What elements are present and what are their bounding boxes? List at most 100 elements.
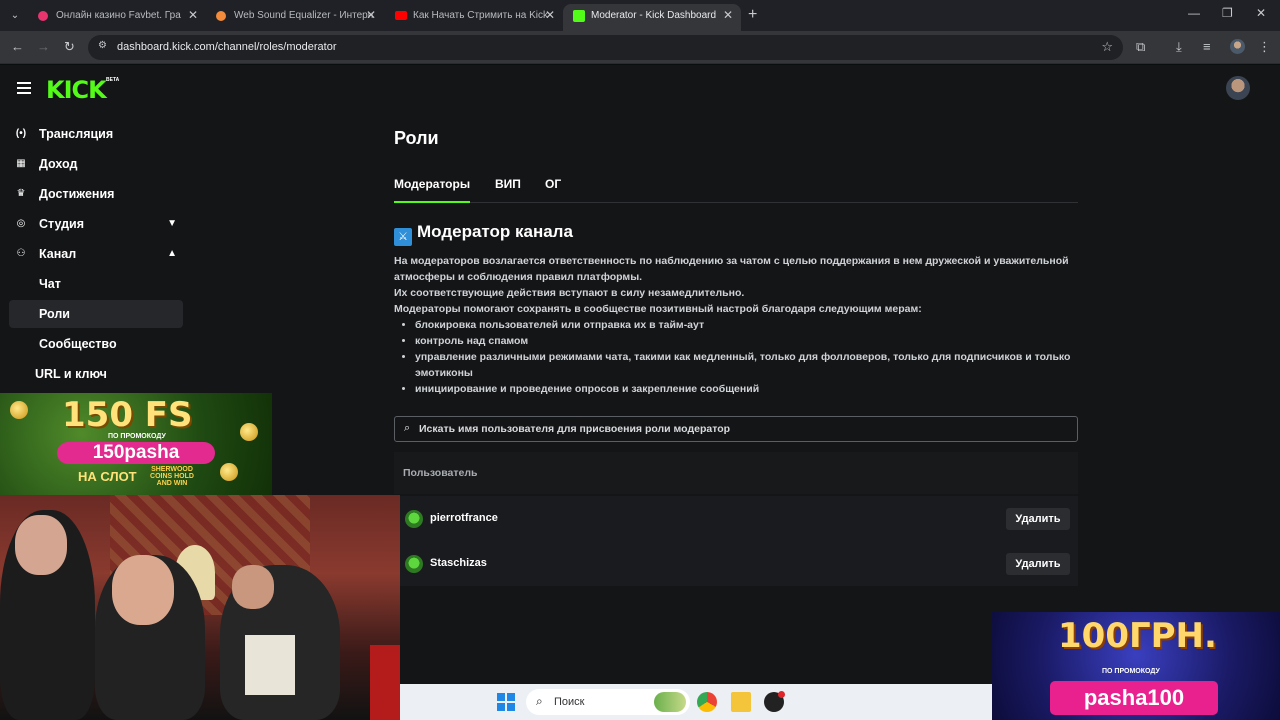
back-icon[interactable]: ←: [11, 39, 24, 54]
search-icon: ⌕: [536, 694, 543, 708]
role-description: На модераторов возлагается ответственнос…: [394, 253, 1078, 397]
search-input[interactable]: [419, 421, 1059, 437]
search-icon: ⌕: [404, 422, 411, 434]
broadcast-icon: (•): [15, 128, 27, 139]
section-title-text: Модератор канала: [417, 222, 573, 241]
sidebar-item-label: Достижения: [39, 187, 115, 201]
sidebar-item-label: Доход: [39, 157, 78, 171]
tab-vip[interactable]: ВИП: [495, 177, 521, 203]
avatar: [405, 510, 423, 528]
description-line: Модераторы помогают сохранять в сообщест…: [394, 303, 922, 315]
sidebar-item-revenue[interactable]: ▦ Доход: [9, 150, 183, 178]
user-search: ⌕: [394, 416, 1078, 442]
face-right: [232, 565, 274, 609]
close-icon[interactable]: ✕: [366, 4, 376, 27]
kick-logo[interactable]: KICK: [46, 76, 107, 104]
sidebar-item-achievements[interactable]: ♛ Достижения: [9, 180, 183, 208]
search-highlight-icon: [654, 692, 686, 712]
red-object: [370, 645, 400, 720]
close-icon[interactable]: ✕: [545, 4, 555, 27]
windows-taskbar: ⌕ Поиск: [400, 684, 992, 720]
minimize-icon[interactable]: —: [1188, 6, 1200, 20]
sidebar-subitem-chat[interactable]: Чат: [9, 270, 183, 298]
coin-icon: [220, 463, 238, 481]
promo-slot-caption: НА СЛОТ: [78, 469, 137, 484]
youtube-favicon-icon: [395, 11, 407, 20]
promo-banner-left: 150 FS ПО ПРОМОКОДУ 150pasha НА СЛОТ SHE…: [0, 393, 272, 495]
sidebar-item-broadcast[interactable]: (•) Трансляция: [9, 120, 183, 148]
browser-tab-bar: ⌄ Онлайн казино Favbet. Гра ✕ Web Sound …: [0, 0, 1280, 31]
sidebar-item-label: Студия: [39, 217, 85, 231]
site-info-icon[interactable]: ⚙: [98, 40, 107, 51]
beta-badge: BETA: [106, 77, 120, 83]
section-title: ⚔ Модератор канала: [394, 222, 573, 246]
promo-caption: ПО ПРОМОКОДУ: [1102, 668, 1160, 675]
webcam-feed: [0, 495, 400, 720]
forward-icon[interactable]: →: [37, 39, 50, 54]
user-avatar[interactable]: [1226, 76, 1250, 100]
tab-title: Как Начать Стримить на Kick: [413, 10, 548, 21]
sword-icon: ⚔: [394, 228, 412, 246]
username[interactable]: Staschizas: [430, 557, 487, 569]
face-left: [15, 515, 67, 575]
favbet-favicon-icon: [38, 11, 48, 21]
bookmark-star-icon[interactable]: ☆: [1101, 39, 1113, 55]
browser-tab-0[interactable]: Онлайн казино Favbet. Гра ✕: [28, 4, 206, 31]
moderator-duties-list: блокировка пользователей или отправка их…: [415, 317, 1078, 397]
studio-icon: ◎: [16, 218, 26, 229]
sidebar-item-channel[interactable]: ⚇ Канал ▲: [9, 240, 183, 268]
chrome-icon[interactable]: [697, 692, 717, 712]
notification-badge: [778, 691, 785, 698]
list-item: инициирование и проведение опросов и зак…: [415, 381, 1078, 397]
tab-title: Онлайн казино Favbet. Гра: [56, 10, 181, 21]
new-tab-icon[interactable]: +: [748, 6, 757, 24]
coin-icon: [10, 401, 28, 419]
page-title: Роли: [394, 128, 439, 148]
browser-tab-2[interactable]: Как Начать Стримить на Kick ✕: [385, 4, 563, 31]
url-text: dashboard.kick.com/channel/roles/moderat…: [117, 41, 337, 53]
close-icon[interactable]: ✕: [723, 4, 733, 27]
kick-favicon-icon: [573, 10, 585, 22]
sidebar-item-studio[interactable]: ◎ Студия ▼: [9, 210, 183, 238]
remove-moderator-button[interactable]: Удалить: [1006, 553, 1070, 575]
sidebar-item-label: Роли: [39, 307, 70, 321]
equalizer-favicon-icon: [216, 11, 226, 21]
list-item: управление различными режимами чата, так…: [415, 349, 1078, 381]
reload-icon[interactable]: ↻: [64, 39, 75, 55]
windows-start-icon[interactable]: [497, 693, 515, 711]
tab-og[interactable]: ОГ: [545, 177, 561, 203]
browser-toolbar: ← → ↻ ⚙ dashboard.kick.com/channel/roles…: [0, 31, 1280, 64]
menu-dots-icon[interactable]: ⋮: [1258, 39, 1271, 55]
download-icon[interactable]: ⤓: [1176, 39, 1182, 55]
remove-moderator-button[interactable]: Удалить: [1006, 508, 1070, 530]
media-control-icon[interactable]: ≡: [1203, 39, 1211, 54]
tab-search-icon[interactable]: ⌄: [6, 7, 24, 25]
hamburger-menu-icon[interactable]: [17, 82, 31, 94]
roles-tabs: Модераторы ВИП ОГ: [394, 177, 1078, 203]
description-line: На модераторов возлагается ответственнос…: [394, 255, 1069, 283]
browser-profile-avatar[interactable]: [1230, 39, 1245, 54]
sidebar-subitem-roles[interactable]: Роли: [9, 300, 183, 328]
file-explorer-icon[interactable]: [731, 692, 751, 712]
sidebar-subitem-community[interactable]: Сообщество: [9, 330, 183, 358]
tab-moderators[interactable]: Модераторы: [394, 177, 471, 203]
extensions-icon[interactable]: ⧉: [1136, 39, 1145, 55]
browser-tab-1[interactable]: Web Sound Equalizer - Интерн ✕: [206, 4, 384, 31]
window-close-icon[interactable]: ✕: [1256, 6, 1266, 20]
tab-title: Web Sound Equalizer - Интерн: [234, 10, 374, 21]
sidebar-item-label: Чат: [39, 277, 61, 291]
taskbar-search-label: Поиск: [554, 696, 585, 708]
table-row: Staschizas Удалить: [394, 541, 1078, 586]
promo-caption: ПО ПРОМОКОДУ: [108, 433, 166, 440]
table-row: pierrotfrance Удалить: [394, 496, 1078, 541]
close-icon[interactable]: ✕: [188, 4, 198, 27]
browser-tab-3[interactable]: Moderator - Kick Dashboard ✕: [563, 4, 741, 31]
sidebar-subitem-stream-url[interactable]: URL и ключ трансляции: [9, 360, 183, 409]
username[interactable]: pierrotfrance: [430, 512, 498, 524]
dashboard-header: KICK BETA: [0, 65, 1280, 110]
tab-title: Moderator - Kick Dashboard: [591, 10, 717, 21]
restore-icon[interactable]: ❐: [1222, 6, 1233, 20]
address-bar[interactable]: ⚙ dashboard.kick.com/channel/roles/moder…: [88, 35, 1123, 60]
taskbar-search[interactable]: ⌕ Поиск: [526, 689, 690, 715]
chevron-up-icon: ▲: [167, 248, 177, 259]
